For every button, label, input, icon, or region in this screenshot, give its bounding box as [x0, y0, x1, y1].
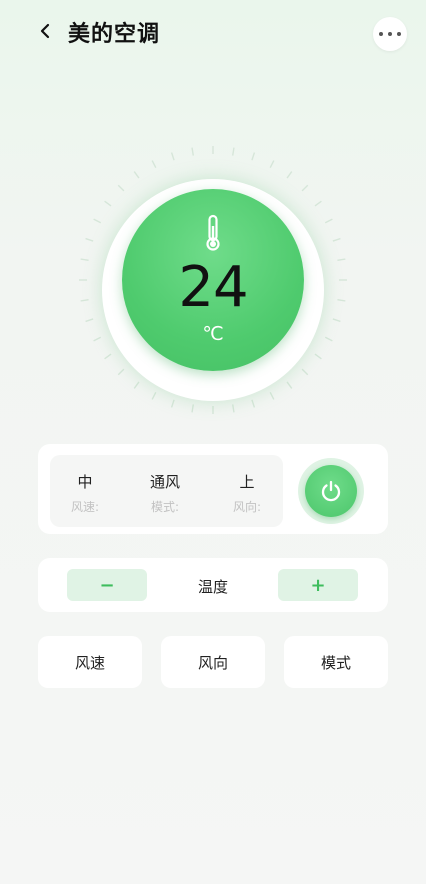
status-value: 通风	[149, 473, 180, 491]
power-button[interactable]	[305, 465, 357, 517]
page-title: 美的空调	[68, 22, 161, 47]
temperature-value: 24	[178, 255, 248, 320]
dial-tick	[301, 184, 309, 192]
dial-tick	[151, 391, 157, 400]
temperature-dial: 24 ℃	[0, 140, 426, 420]
more-horizontal-icon	[379, 32, 383, 36]
more-button[interactable]	[373, 17, 407, 51]
status-label: 风向:	[232, 500, 262, 514]
status-card: 中 风速: 通风 模式: 上 风向:	[38, 444, 388, 534]
dial-tick	[286, 381, 293, 389]
dial-tick	[170, 399, 175, 408]
dial-tick	[314, 200, 322, 207]
fan-direction-button[interactable]: 风向	[161, 636, 265, 688]
temperature-control: − 温度 +	[38, 558, 388, 612]
dial-tick	[151, 160, 157, 169]
dial-tick	[117, 368, 125, 376]
dial-tick	[104, 200, 112, 207]
dial-tick	[117, 184, 125, 192]
mode-button[interactable]: 模式	[284, 636, 388, 688]
power-icon	[321, 480, 341, 502]
status-panel: 中 风速: 通风 模式: 上 风向:	[50, 455, 283, 527]
dial-tick	[251, 152, 256, 161]
dial-tick	[232, 404, 235, 413]
dial-tick	[332, 237, 341, 242]
dial-tick	[301, 368, 309, 376]
status-mode: 通风 模式:	[130, 471, 200, 515]
fan-speed-button[interactable]: 风速	[38, 636, 142, 688]
temperature-label: 温度	[197, 578, 228, 596]
dial-tick	[314, 353, 322, 360]
dial-tick	[269, 160, 275, 169]
header: 美的空调	[0, 0, 426, 64]
thermometer-icon	[206, 214, 220, 251]
dial-tick	[85, 237, 94, 242]
dial-tick	[133, 171, 140, 179]
dial-tick	[324, 218, 333, 224]
temperature-increase-button[interactable]: +	[278, 569, 358, 601]
chevron-left-icon	[40, 23, 50, 39]
dial-tick	[191, 147, 194, 156]
status-direction: 上 风向:	[212, 471, 282, 515]
dial-tick	[133, 381, 140, 389]
dial-tick	[251, 399, 256, 408]
back-button[interactable]	[34, 20, 56, 42]
dial-tick	[104, 353, 112, 360]
temperature-decrease-button[interactable]: −	[67, 569, 147, 601]
status-label: 模式:	[150, 500, 180, 514]
dial-tick	[170, 152, 175, 161]
dial-tick	[269, 391, 275, 400]
status-value: 中	[77, 473, 93, 491]
status-fan-speed: 中 风速:	[50, 471, 120, 515]
status-value: 上	[239, 473, 255, 491]
dial-tick	[232, 147, 235, 156]
dial-tick	[191, 404, 194, 413]
temperature-unit: ℃	[202, 323, 224, 345]
dial-tick	[286, 171, 293, 179]
dial-tick	[93, 218, 102, 224]
status-label: 风速:	[70, 500, 100, 514]
